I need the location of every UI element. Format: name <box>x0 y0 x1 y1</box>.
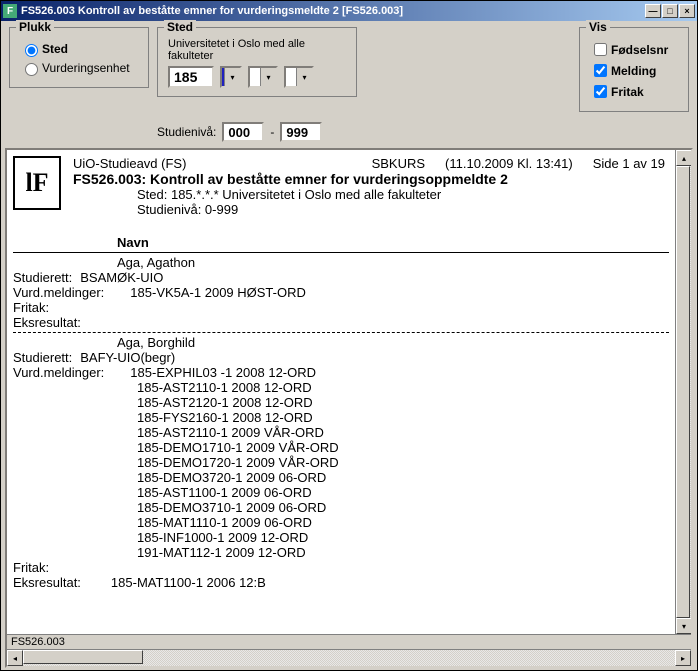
student-separator <box>13 332 669 333</box>
value-studierett: BSAMØK-UIO <box>72 270 163 285</box>
scroll-down-button[interactable]: ▾ <box>676 618 691 634</box>
status-bar: FS526.003 <box>7 634 691 649</box>
navn-column-header: Navn <box>7 235 675 250</box>
studieniva-from[interactable] <box>222 122 264 142</box>
sted-dropdown-2[interactable]: ▾ <box>248 66 278 88</box>
label-fritak: Fritak: <box>7 560 49 575</box>
report-header-left: UiO-Studieavd (FS) <box>73 156 186 171</box>
student-name: Aga, Agathon <box>7 255 195 270</box>
report-sub1: Sted: 185.*.*.* Universitetet i Oslo med… <box>7 187 675 202</box>
student-block: Aga, AgathonStudierett:BSAMØK-UIOVurd.me… <box>7 255 675 330</box>
value-vurdmeld: 185-FYS2160-1 2008 12-ORD <box>7 410 313 425</box>
minimize-button[interactable]: — <box>645 4 661 18</box>
student-block: Aga, BorghildStudierett:BAFY-UIO(begr)Vu… <box>7 335 675 590</box>
plukk-legend: Plukk <box>16 20 54 34</box>
value-fritak <box>49 560 57 575</box>
report-header-date: (11.10.2009 Kl. 13:41) <box>445 156 573 171</box>
value-vurdmeld: 185-MAT1110-1 2009 06-ORD <box>7 515 312 530</box>
report-title: FS526.003: Kontroll av beståtte emner fo… <box>7 171 675 187</box>
app-window: F FS526.003 Kontroll av beståtte emner f… <box>0 0 698 671</box>
radio-sted[interactable]: Sted <box>20 41 138 57</box>
plukk-group: Plukk Sted Vurderingsenhet <box>9 27 149 88</box>
value-vurdmeld: 185-AST1100-1 2009 06-ORD <box>7 485 312 500</box>
v-scroll-thumb[interactable] <box>676 166 690 618</box>
studieniva-to[interactable] <box>280 122 322 142</box>
scroll-up-button[interactable]: ▴ <box>676 150 691 166</box>
value-eksresultat <box>81 315 111 330</box>
horizontal-scrollbar[interactable]: ◂ ▸ <box>7 649 691 666</box>
value-vurdmeld: 185-DEMO3720-1 2009 06-ORD <box>7 470 326 485</box>
scroll-right-button[interactable]: ▸ <box>675 650 691 666</box>
window-title: FS526.003 Kontroll av beståtte emner for… <box>21 5 645 17</box>
sted-legend: Sted <box>164 20 196 34</box>
vis-group: Vis Fødselsnr Melding Fritak <box>579 27 689 112</box>
value-vurdmeld: 185-DEMO1710-1 2009 VÅR-ORD <box>7 440 339 455</box>
radio-vurd-input[interactable] <box>25 63 38 76</box>
sted-subtitle: Universitetet i Oslo med alle fakulteter <box>168 38 346 62</box>
value-studierett: BAFY-UIO(begr) <box>72 350 175 365</box>
value-vurdmeld: 185-INF1000-1 2009 12-ORD <box>7 530 308 545</box>
filter-toolbar: Plukk Sted Vurderingsenhet Sted Universi… <box>1 21 697 114</box>
value-vurdmeld: 185-AST2110-1 2009 VÅR-ORD <box>7 425 324 440</box>
vertical-scrollbar[interactable]: ▴ ▾ <box>675 150 691 634</box>
scroll-left-button[interactable]: ◂ <box>7 650 23 666</box>
value-vurdmeld: 191-MAT112-1 2009 12-ORD <box>7 545 306 560</box>
h-scroll-thumb[interactable] <box>23 650 143 664</box>
chk-melding[interactable]: Melding <box>590 61 678 80</box>
label-studierett: Studierett: <box>7 270 72 285</box>
sted-picker-button[interactable]: ▾ <box>220 66 242 88</box>
header-rule <box>13 252 669 253</box>
label-vurdmeld: Vurd.meldinger: <box>7 285 104 300</box>
chk-fodselsnr[interactable]: Fødselsnr <box>590 40 678 59</box>
value-vurdmeld: 185-DEMO1720-1 2009 VÅR-ORD <box>7 455 339 470</box>
student-name: Aga, Borghild <box>7 335 195 350</box>
value-fritak <box>49 300 57 315</box>
report-body: lF UiO-Studieavd (FS) SBKURS (11.10.2009… <box>7 150 691 634</box>
report-header-mid: SBKURS <box>372 156 425 171</box>
value-eksresultat: 185-MAT1100-1 2006 12:B <box>81 575 266 590</box>
vis-legend: Vis <box>586 20 610 34</box>
label-vurdmeld: Vurd.meldinger: <box>7 365 104 380</box>
app-icon: F <box>3 4 17 18</box>
studieniva-row: Studienivå: - <box>157 122 697 142</box>
label-studierett: Studierett: <box>7 350 72 365</box>
titlebar: F FS526.003 Kontroll av beståtte emner f… <box>1 1 697 21</box>
value-vurdmeld: 185-AST2110-1 2008 12-ORD <box>7 380 312 395</box>
sted-group: Sted Universitetet i Oslo med alle fakul… <box>157 27 357 97</box>
label-fritak: Fritak: <box>7 300 49 315</box>
value-vurdmeld: 185-VK5A-1 2009 HØST-ORD <box>104 285 306 300</box>
studieniva-label: Studienivå: <box>157 125 216 139</box>
report-header-page: Side 1 av 19 <box>593 156 665 171</box>
chk-fritak[interactable]: Fritak <box>590 82 678 101</box>
label-eksresultat: Eksresultat: <box>7 315 81 330</box>
maximize-button[interactable]: □ <box>662 4 678 18</box>
value-vurdmeld: 185-DEMO3710-1 2009 06-ORD <box>7 500 326 515</box>
radio-vurderingsenhet[interactable]: Vurderingsenhet <box>20 60 138 76</box>
radio-sted-input[interactable] <box>25 44 38 57</box>
value-vurdmeld: 185-AST2120-1 2008 12-ORD <box>7 395 313 410</box>
sted-dropdown-3[interactable]: ▾ <box>284 66 314 88</box>
label-eksresultat: Eksresultat: <box>7 575 81 590</box>
sted-code-input[interactable] <box>168 66 214 88</box>
report-pane: lF UiO-Studieavd (FS) SBKURS (11.10.2009… <box>5 148 693 668</box>
close-button[interactable]: × <box>679 4 695 18</box>
value-vurdmeld: 185-EXPHIL03 -1 2008 12-ORD <box>104 365 316 380</box>
org-logo: lF <box>13 156 61 210</box>
report-sub2: Studienivå: 0-999 <box>7 202 675 217</box>
